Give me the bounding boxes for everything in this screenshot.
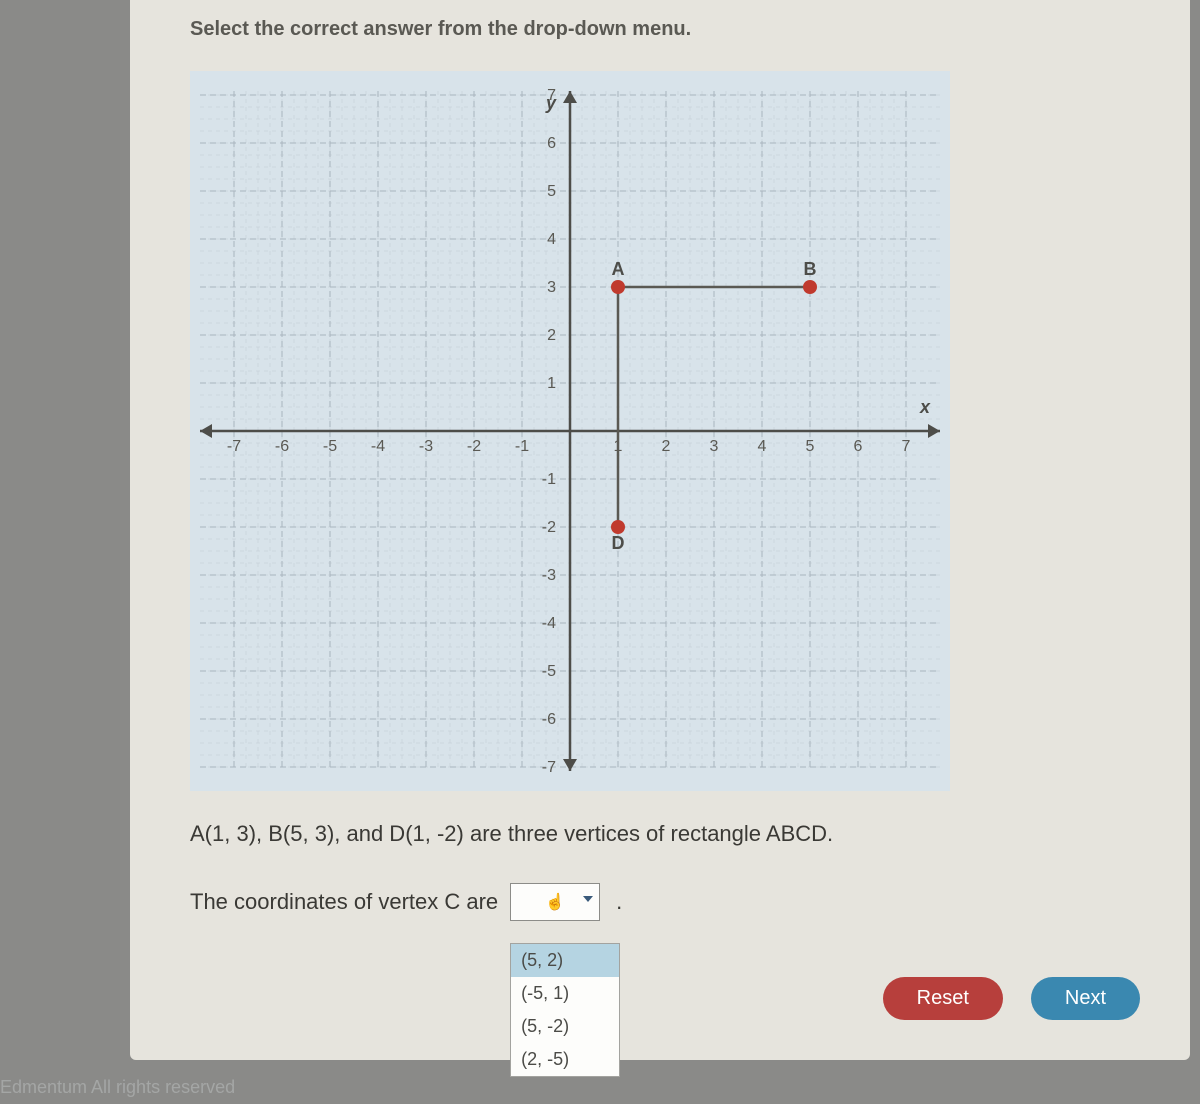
svg-text:y: y	[545, 93, 557, 113]
svg-text:5: 5	[547, 183, 556, 200]
answer-dropdown[interactable]: ☝	[510, 883, 600, 921]
svg-text:-5: -5	[323, 438, 337, 455]
dropdown-option[interactable]: (2, -5)	[511, 1043, 619, 1076]
svg-text:5: 5	[806, 438, 815, 455]
svg-text:-7: -7	[227, 438, 241, 455]
answer-dropdown-wrap: ☝ (5, 2)(-5, 1)(5, -2)(2, -5)	[510, 883, 600, 921]
svg-text:6: 6	[547, 135, 556, 152]
svg-text:-6: -6	[275, 438, 289, 455]
svg-text:6: 6	[854, 438, 863, 455]
dropdown-option[interactable]: (5, 2)	[511, 944, 619, 977]
svg-text:-7: -7	[542, 759, 556, 776]
instruction-text: Select the correct answer from the drop-…	[190, 18, 1150, 41]
svg-text:-4: -4	[371, 438, 385, 455]
dropdown-option[interactable]: (-5, 1)	[511, 977, 619, 1010]
svg-text:-2: -2	[542, 519, 556, 536]
hand-cursor-icon: ☝	[545, 892, 565, 912]
svg-text:-5: -5	[542, 663, 556, 680]
next-button[interactable]: Next	[1031, 977, 1140, 1020]
reset-button[interactable]: Reset	[883, 977, 1003, 1020]
answer-prefix: The coordinates of vertex C are	[190, 889, 498, 915]
answer-row: The coordinates of vertex C are ☝ (5, 2)…	[190, 883, 1150, 921]
svg-text:-2: -2	[467, 438, 481, 455]
chevron-down-icon	[583, 896, 593, 902]
svg-text:-6: -6	[542, 711, 556, 728]
svg-text:-1: -1	[515, 438, 529, 455]
svg-text:7: 7	[902, 438, 911, 455]
vertices-info: A(1, 3), B(5, 3), and D(1, -2) are three…	[190, 821, 1150, 847]
graph-svg: -7-6-5-4-3-2-11234567-7-6-5-4-3-2-112345…	[190, 71, 950, 791]
svg-text:4: 4	[758, 438, 767, 455]
svg-text:-4: -4	[542, 615, 556, 632]
coordinate-graph: -7-6-5-4-3-2-11234567-7-6-5-4-3-2-112345…	[190, 71, 950, 791]
svg-text:2: 2	[547, 327, 556, 344]
svg-text:1: 1	[547, 375, 556, 392]
svg-text:A: A	[612, 259, 625, 279]
svg-text:x: x	[919, 397, 931, 417]
svg-text:B: B	[804, 259, 817, 279]
dropdown-option[interactable]: (5, -2)	[511, 1010, 619, 1043]
svg-text:-3: -3	[542, 567, 556, 584]
svg-text:D: D	[612, 533, 625, 553]
svg-text:4: 4	[547, 231, 556, 248]
footer-copyright: Edmentum All rights reserved	[0, 1077, 235, 1098]
svg-text:2: 2	[662, 438, 671, 455]
button-row: Reset Next	[883, 977, 1140, 1020]
svg-text:-3: -3	[419, 438, 433, 455]
question-panel: Select the correct answer from the drop-…	[130, 0, 1190, 1060]
period: .	[616, 889, 622, 915]
svg-text:3: 3	[710, 438, 719, 455]
svg-text:-1: -1	[542, 471, 556, 488]
dropdown-list: (5, 2)(-5, 1)(5, -2)(2, -5)	[510, 943, 620, 1077]
svg-text:3: 3	[547, 279, 556, 296]
